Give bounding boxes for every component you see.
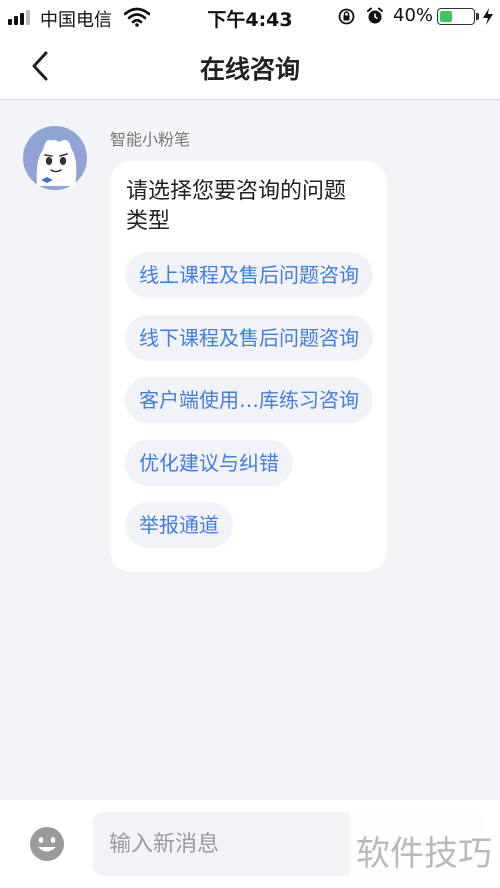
emoji-icon[interactable] (28, 825, 66, 863)
option-client-usage[interactable]: 客户端使用…库练习咨询 (125, 377, 373, 423)
option-suggestion[interactable]: 优化建议与纠错 (125, 440, 293, 486)
option-online-course[interactable]: 线上课程及售后问题咨询 (125, 252, 373, 298)
battery-icon (437, 8, 475, 25)
page-title: 在线咨询 (199, 55, 300, 84)
question-text: 请选择您要咨询的问题类型 (126, 179, 347, 234)
battery-cap (476, 13, 479, 20)
status-bar: 中国电信 下午4:43 40% (0, 0, 500, 33)
option-offline-course[interactable]: 线下课程及售后问题咨询 (125, 315, 373, 361)
alarm-icon (367, 7, 383, 24)
bot-name: 智能小粉笔 (110, 130, 191, 149)
battery-percent: 40% (393, 5, 434, 26)
watermark: 软件技巧 (350, 812, 500, 882)
orientation-lock-icon (338, 8, 355, 25)
nav-bar: 在线咨询 (0, 33, 500, 100)
chat-area[interactable]: 智能小粉笔 请选择您要咨询的问题类型 线上课程及售后问题咨询 线下课程及售后问题… (0, 100, 500, 800)
message-bubble: 请选择您要咨询的问题类型 线上课程及售后问题咨询 线下课程及售后问题咨询 客户端… (110, 161, 387, 572)
bot-avatar (23, 126, 87, 190)
watermark-text: 软件技巧 (356, 834, 492, 874)
option-report[interactable]: 举报通道 (125, 502, 233, 548)
battery-level-fill (440, 11, 452, 22)
charging-icon (483, 8, 493, 25)
